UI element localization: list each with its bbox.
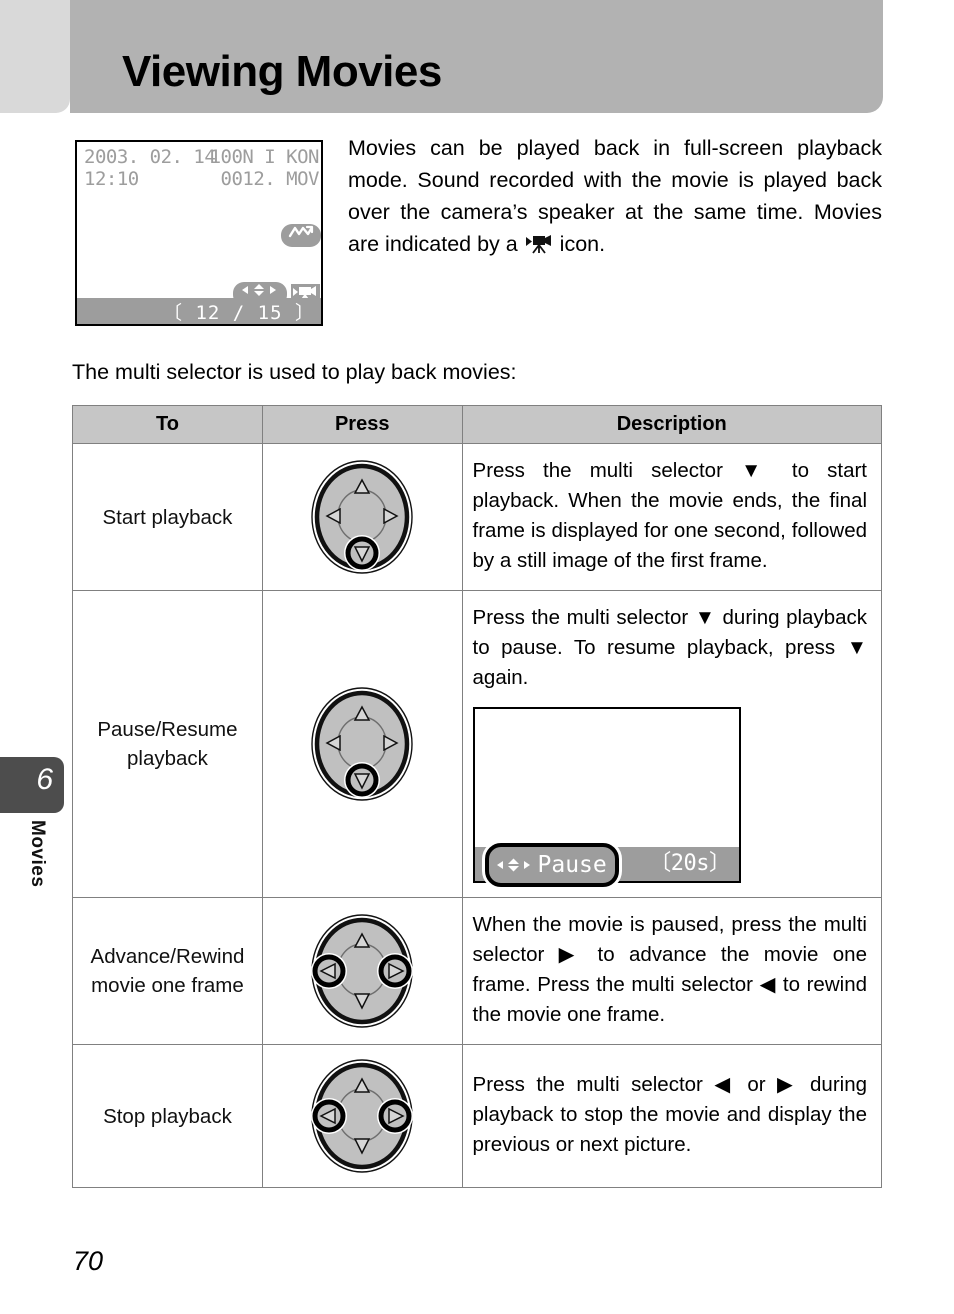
movie-camera-icon (525, 231, 552, 263)
row-description-advance-rewind: When the movie is paused, press the mult… (461, 897, 883, 1045)
row-label-pause-resume: Pause/Resume playback (72, 590, 263, 898)
table-row: Start playback Press the multi selector … (72, 443, 883, 591)
multi-selector-down-highlighted (309, 685, 415, 803)
page-header: Viewing Movies (0, 0, 954, 113)
row-description-start-playback: Press the multi selector ▼ to start play… (461, 443, 883, 591)
lcd-screenshot-playback: 2003. 02. 14 12:10 100N I KON 0012. MOV (75, 140, 323, 326)
multi-selector-left-right-highlighted (309, 1057, 415, 1175)
table-row: Advance/Rewind movie one frame When the … (72, 897, 883, 1045)
page-title: Viewing Movies (122, 47, 442, 96)
chapter-label: Movies (27, 820, 48, 888)
table-row: Pause/Resume playback Press the multi se… (72, 590, 883, 898)
row-press-stop-playback (261, 1044, 463, 1188)
table-row: Stop playback Press the multi selector ◀… (72, 1044, 883, 1188)
description-text: Press the multi selector ◀ or ▶ during p… (472, 1073, 867, 1156)
sound-waveform-icon (281, 224, 321, 247)
lcd-screenshot-pause: 〔20s〕 Pause (472, 707, 741, 887)
intro-text-part1: Movies can be played back in full-screen… (348, 136, 882, 256)
row-press-pause-resume (261, 590, 463, 898)
table-header-row: To Press Description (72, 405, 883, 444)
movie-playback-table: To Press Description Start playback Pres… (72, 405, 883, 1188)
description-text: Press the multi selector ▼ during playba… (472, 606, 867, 689)
lcd-date: 2003. 02. 14 (84, 146, 216, 168)
lcd-status-bar: 〔 12 / 15 〕 (77, 298, 321, 324)
chapter-number: 6 (36, 763, 53, 796)
lcd-pause-label: Pause (537, 851, 607, 878)
multi-selector-left-right-highlighted (309, 912, 415, 1030)
row-press-advance-rewind (261, 897, 463, 1045)
lcd-folder-name: 100N I KON (209, 146, 320, 168)
row-description-stop-playback: Press the multi selector ◀ or ▶ during p… (461, 1044, 883, 1188)
multi-selector-arrows-icon (495, 857, 535, 873)
intro-paragraph: Movies can be played back in full-screen… (348, 132, 882, 263)
row-press-start-playback (261, 443, 463, 591)
row-label-advance-rewind: Advance/Rewind movie one frame (72, 897, 263, 1045)
row-label-stop-playback: Stop playback (72, 1044, 263, 1188)
row-label-start-playback: Start playback (72, 443, 263, 591)
chapter-tab: 6 (0, 757, 64, 813)
row-description-pause-resume: Press the multi selector ▼ during playba… (461, 590, 883, 898)
lead-line: The multi selector is used to play back … (72, 360, 517, 384)
description-text: Press the multi selector ▼ to start play… (472, 459, 867, 572)
lcd-pause-highlight: Pause (484, 843, 619, 887)
left-margin-strip (0, 0, 70, 113)
column-header-press: Press (261, 405, 463, 444)
lcd-elapsed-time: 〔20s〕 (649, 851, 731, 876)
description-text: When the movie is paused, press the mult… (472, 913, 867, 1026)
intro-text-part2: icon. (553, 232, 606, 256)
multi-selector-down-highlighted (309, 458, 415, 576)
page-number: 70 (73, 1246, 104, 1276)
lcd-time: 12:10 (84, 168, 139, 190)
column-header-description: Description (461, 405, 883, 444)
column-header-to: To (72, 405, 263, 444)
lcd-frame-counter: 〔 12 / 15 〕 (163, 301, 315, 324)
lcd-file-name: 0012. MOV (220, 168, 320, 190)
